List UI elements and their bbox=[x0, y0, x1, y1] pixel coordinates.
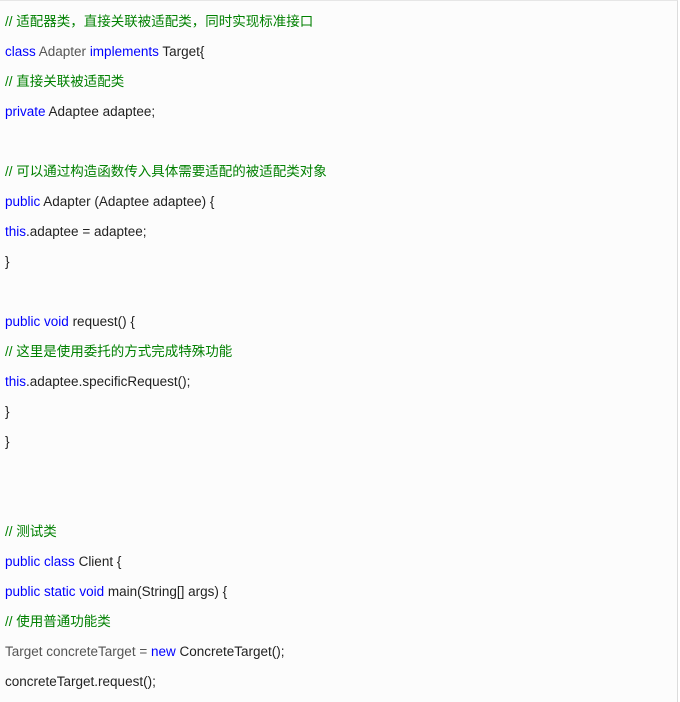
code-line: } bbox=[5, 402, 10, 422]
code-token-plain: request() { bbox=[68, 314, 135, 329]
code-token-keyword: private bbox=[5, 104, 46, 119]
code-token-plain: } bbox=[5, 254, 10, 269]
code-line: } bbox=[5, 432, 10, 452]
code-token-plain: .adaptee.specificRequest(); bbox=[26, 374, 191, 389]
code-token-comment: // 这里是使用委托的方式完成特殊功能 bbox=[5, 344, 233, 359]
code-token-keyword: void bbox=[44, 314, 69, 329]
code-token-keyword: public bbox=[5, 314, 41, 329]
code-token-keyword: static bbox=[44, 584, 76, 599]
code-token-plain: Adaptee adaptee; bbox=[45, 104, 156, 119]
code-token-muted: Adapter bbox=[35, 44, 90, 59]
code-token-muted: Target concreteTarget = bbox=[5, 644, 151, 659]
code-line: public Adapter (Adaptee adaptee) { bbox=[5, 192, 214, 212]
code-token-plain: Adapter (Adaptee adaptee) { bbox=[40, 194, 215, 209]
code-line: concreteTarget.request(); bbox=[5, 672, 156, 692]
code-line: this.adaptee.specificRequest(); bbox=[5, 372, 190, 392]
code-token-plain: Target{ bbox=[158, 44, 205, 59]
code-token-plain: } bbox=[5, 404, 10, 419]
code-line: // 适配器类，直接关联被适配类，同时实现标准接口 bbox=[5, 12, 313, 32]
code-token-plain: ConcreteTarget(); bbox=[175, 644, 285, 659]
code-token-plain: } bbox=[5, 434, 10, 449]
code-token-comment: // 适配器类，直接关联被适配类，同时实现标准接口 bbox=[5, 14, 314, 29]
code-token-plain: concreteTarget.request(); bbox=[5, 674, 156, 689]
code-line: // 直接关联被适配类 bbox=[5, 72, 124, 92]
code-token-keyword: implements bbox=[89, 44, 159, 59]
code-token-keyword: public bbox=[5, 194, 41, 209]
code-block: // 适配器类，直接关联被适配类，同时实现标准接口 class Adapter i… bbox=[0, 0, 678, 702]
code-token-keyword: this bbox=[5, 224, 27, 239]
code-line: class Adapter implements Target{ bbox=[5, 42, 204, 62]
code-line: public class Client { bbox=[5, 552, 121, 572]
code-token-plain: .adaptee = adaptee; bbox=[26, 224, 147, 239]
code-line: // 使用普通功能类 bbox=[5, 612, 111, 632]
code-line: private Adaptee adaptee; bbox=[5, 102, 155, 122]
code-line: // 这里是使用委托的方式完成特殊功能 bbox=[5, 342, 232, 362]
code-token-keyword: class bbox=[5, 44, 36, 59]
code-line: // 测试类 bbox=[5, 522, 57, 542]
code-token-keyword: void bbox=[79, 584, 105, 599]
code-token-plain: main(String[] args) { bbox=[104, 584, 228, 599]
code-token-plain: Client { bbox=[74, 554, 122, 569]
code-line: Target concreteTarget = new ConcreteTarg… bbox=[5, 642, 285, 662]
code-token-keyword: public bbox=[5, 584, 41, 599]
code-token-keyword: class bbox=[44, 554, 75, 569]
code-line: public static void main(String[] args) { bbox=[5, 582, 227, 602]
code-token-comment: // 可以通过构造函数传入具体需要适配的被适配类对象 bbox=[5, 164, 327, 179]
code-token-keyword: this bbox=[5, 374, 27, 389]
code-token-keyword: new bbox=[150, 644, 176, 659]
code-line: public void request() { bbox=[5, 312, 135, 332]
code-token-keyword: public bbox=[5, 554, 41, 569]
code-token-comment: // 直接关联被适配类 bbox=[5, 74, 125, 89]
code-line: // 可以通过构造函数传入具体需要适配的被适配类对象 bbox=[5, 162, 327, 182]
code-token-comment: // 使用普通功能类 bbox=[5, 614, 111, 629]
code-line: this.adaptee = adaptee; bbox=[5, 222, 147, 242]
code-token-comment: // 测试类 bbox=[5, 524, 57, 539]
code-line: } bbox=[5, 252, 10, 272]
